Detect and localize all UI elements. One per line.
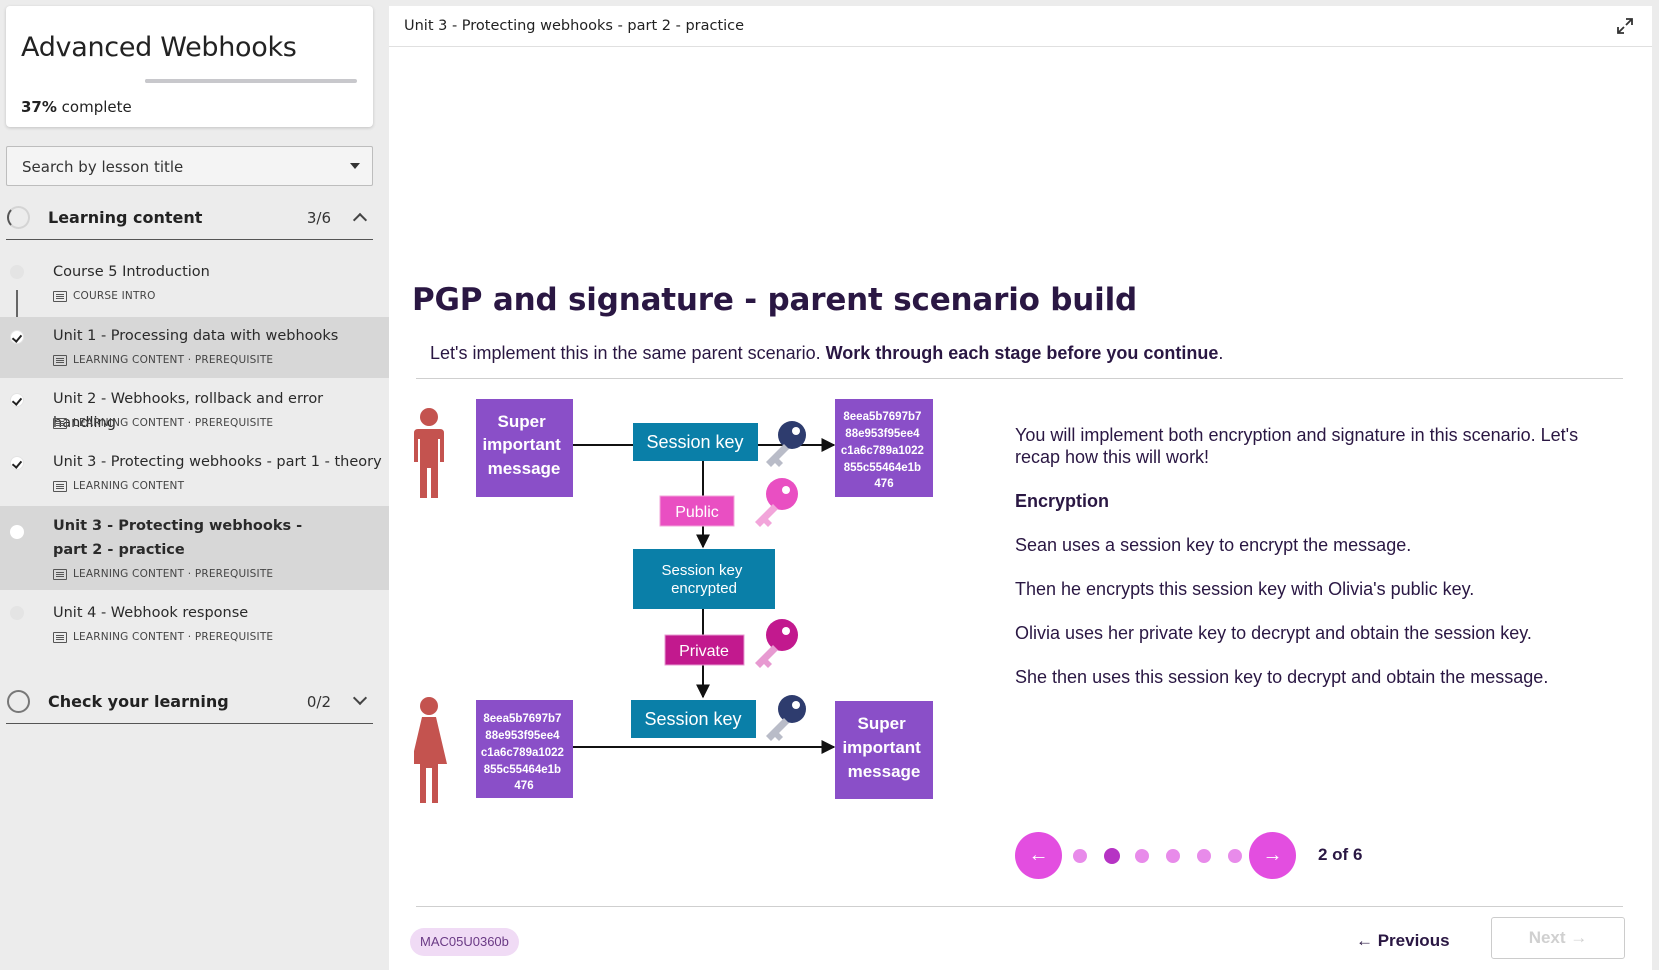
progress-bar-fill [145, 79, 224, 83]
intro-end: . [1218, 343, 1224, 363]
check-icon [10, 330, 24, 344]
expand-icon[interactable] [1616, 17, 1634, 35]
lesson-title: Course 5 Introduction [53, 264, 210, 280]
lesson-icon [53, 480, 67, 492]
lesson-header: Unit 3 - Protecting webhooks - part 2 - … [389, 6, 1652, 47]
carousel-dot[interactable] [1228, 849, 1242, 863]
session-key-encrypted-box [633, 549, 775, 609]
carousel-dot[interactable] [1135, 849, 1149, 863]
lesson-item[interactable]: Unit 2 - Webhooks, rollback and error ha… [0, 380, 389, 441]
lesson-item[interactable]: Unit 3 - Protecting webhooks - part 1 - … [0, 443, 389, 504]
lesson-icon [53, 631, 67, 643]
lesson-breadcrumb: Unit 3 - Protecting webhooks - part 2 - … [404, 18, 745, 34]
progress-bar [145, 79, 357, 83]
lesson-title: Unit 3 - Protecting webhooks - part 1 - … [53, 454, 382, 470]
section-check-your-learning[interactable]: Check your learning 0/2 [6, 680, 373, 724]
carousel-next-button[interactable]: → [1249, 832, 1296, 879]
section-title: Check your learning [48, 692, 229, 711]
private-key-label: Private [679, 643, 729, 660]
session-key-icon [766, 695, 806, 741]
caret-down-icon [350, 163, 360, 169]
chevron-up-icon [352, 212, 368, 228]
search-placeholder: Search by lesson title [22, 158, 184, 176]
chevron-down-icon [352, 690, 368, 706]
progress-ring-icon [7, 690, 30, 713]
lesson-meta-text: LEARNING CONTENT [73, 480, 185, 492]
explanation: You will implement both encryption and s… [1015, 424, 1615, 688]
lesson-status-icon [10, 265, 24, 279]
lesson-meta: LEARNING CONTENT · PREREQUISITE [53, 354, 273, 366]
progress-ring-icon [7, 206, 30, 229]
slide-intro: Let's implement this in the same parent … [430, 343, 1223, 364]
course-title: Advanced Webhooks [21, 32, 297, 63]
lesson-meta-text: COURSE INTRO [73, 290, 156, 302]
explanation-step: Then he encrypts this session key with O… [1015, 579, 1475, 599]
lesson-title: Unit 1 - Processing data with webhooks [53, 328, 339, 344]
explanation-step: Olivia uses her private key to decrypt a… [1015, 623, 1532, 643]
progress-text: 37% complete [21, 98, 132, 116]
carousel-dot[interactable] [1073, 849, 1087, 863]
divider [416, 378, 1623, 379]
divider [416, 906, 1623, 907]
lesson-meta-text: LEARNING CONTENT · PREREQUISITE [73, 354, 274, 366]
explanation-step: She then uses this session key to decryp… [1015, 667, 1549, 687]
lesson-icon [53, 354, 67, 366]
section-learning-content[interactable]: Learning content 3/6 [6, 196, 373, 240]
progress-percent: 37% [21, 98, 57, 116]
lesson-icon [53, 417, 67, 429]
receiver-person-icon [414, 697, 447, 803]
carousel-dot[interactable] [1166, 849, 1180, 863]
lesson-title: Unit 3 - Protecting webhooks - part 2 - … [53, 518, 303, 558]
check-icon [10, 393, 24, 407]
carousel-counter: 2 of 6 [1318, 845, 1363, 864]
carousel-dot[interactable] [1104, 848, 1120, 864]
lesson-item-current[interactable]: Unit 3 - Protecting webhooks - part 2 - … [0, 506, 389, 590]
explanation-step: Sean uses a session key to encrypt the m… [1015, 535, 1412, 555]
lesson-item[interactable]: Unit 4 - Webhook response LEARNING CONTE… [0, 593, 389, 654]
lesson-meta: LEARNING CONTENT · PREREQUISITE [53, 631, 273, 643]
lesson-meta-text: LEARNING CONTENT · PREREQUISITE [73, 568, 274, 580]
session-key-label: Session key [644, 709, 741, 729]
lesson-meta-text: LEARNING CONTENT · PREREQUISITE [73, 417, 274, 429]
carousel-dot[interactable] [1197, 849, 1211, 863]
lesson-item[interactable]: Unit 1 - Processing data with webhooks L… [0, 317, 389, 378]
sender-person-icon [414, 408, 444, 498]
lesson-status-icon [10, 606, 24, 620]
lesson-meta: LEARNING CONTENT [53, 480, 184, 492]
lesson-meta-text: LEARNING CONTENT · PREREQUISITE [73, 631, 274, 643]
explanation-heading: Encryption [1015, 491, 1110, 511]
next-button[interactable]: Next → [1491, 917, 1625, 959]
lesson-meta: LEARNING CONTENT · PREREQUISITE [53, 417, 273, 429]
sidebar: Advanced Webhooks 37% complete Search by… [0, 0, 389, 970]
slide-carousel: ← → 2 of 6 [1015, 832, 1415, 880]
intro-text: Let's implement this in the same parent … [430, 343, 826, 363]
lesson-title: Unit 4 - Webhook response [53, 605, 249, 621]
course-card: Advanced Webhooks 37% complete [6, 6, 373, 127]
check-icon [10, 456, 24, 470]
public-key-label: Public [675, 504, 719, 521]
section-count: 3/6 [306, 209, 331, 227]
private-key-icon [755, 619, 798, 668]
public-key-icon [755, 478, 798, 527]
section-count: 0/2 [306, 693, 331, 711]
intro-bold-text: Work through each stage before you conti… [825, 343, 1219, 363]
lesson-content: Unit 3 - Protecting webhooks - part 2 - … [389, 6, 1652, 970]
previous-button[interactable]: ← Previous [1356, 931, 1450, 951]
lesson-item[interactable]: Course 5 Introduction COURSE INTRO [0, 254, 389, 313]
explanation-intro: You will implement both encryption and s… [1015, 425, 1579, 467]
progress-suffix: complete [56, 98, 132, 116]
slide-title: PGP and signature - parent scenario buil… [412, 282, 1138, 318]
pgp-diagram: Super important message Session key 8eea… [414, 399, 933, 803]
document-icon [53, 290, 67, 302]
lesson-code-tag: MAC05U0360b [410, 928, 519, 956]
section-title: Learning content [48, 208, 203, 227]
lesson-search-select[interactable]: Search by lesson title [6, 146, 373, 186]
current-lesson-icon [10, 525, 24, 539]
lesson-icon [53, 568, 67, 580]
session-key-encrypted-label: Session key encrypted [661, 562, 746, 597]
lesson-meta: LEARNING CONTENT · PREREQUISITE [53, 568, 273, 580]
session-key-label: Session key [646, 432, 743, 452]
carousel-prev-button[interactable]: ← [1015, 832, 1062, 879]
lesson-meta: COURSE INTRO [53, 290, 156, 302]
